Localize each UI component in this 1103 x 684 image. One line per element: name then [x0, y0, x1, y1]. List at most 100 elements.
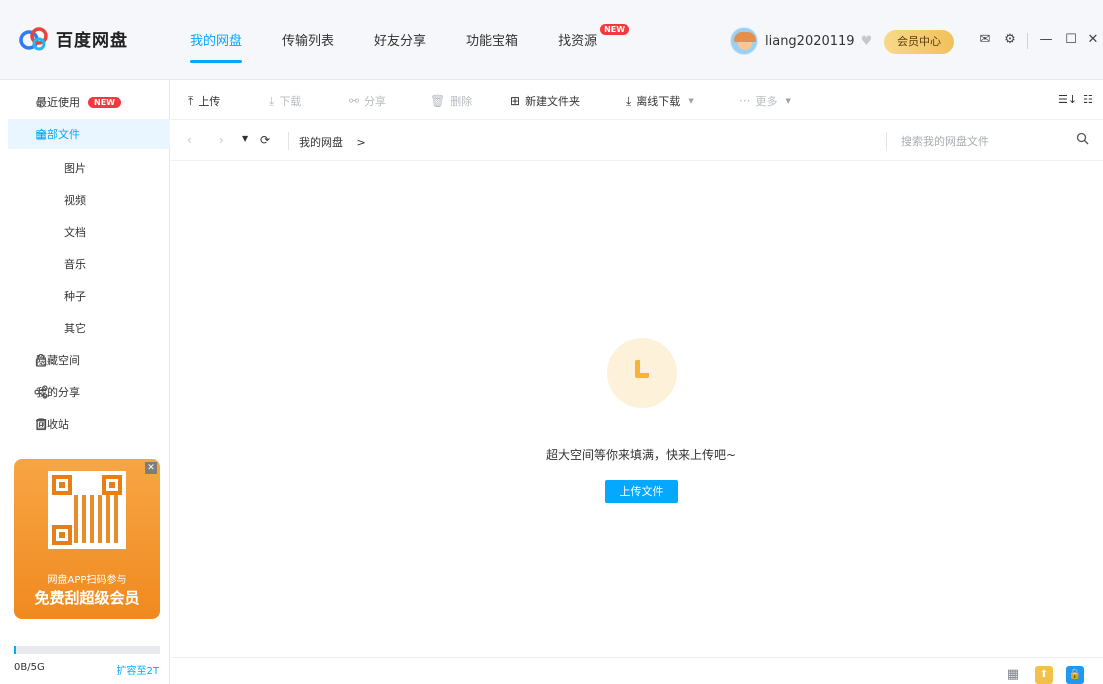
- empty-state-message: 超大空间等你来填满，快来上传吧~: [545, 448, 737, 462]
- search-input[interactable]: [901, 131, 1071, 151]
- nav-transfer-list[interactable]: 传输列表: [282, 30, 334, 64]
- new-folder-icon: ⊞: [510, 94, 521, 108]
- empty-state-mark: [635, 360, 649, 378]
- promo-text: 网盘APP扫码参与: [47, 575, 127, 586]
- divider: [288, 132, 289, 150]
- new-folder-label: 新建文件夹: [525, 95, 581, 108]
- download-label: 下载: [279, 95, 302, 108]
- share-icon: ⚯: [349, 94, 360, 108]
- more-button[interactable]: ··· 更多 ▼: [739, 93, 791, 109]
- upload-icon: ⤒: [188, 93, 194, 108]
- more-icon: ···: [739, 94, 751, 108]
- divider: [171, 657, 1103, 658]
- baidu-cloud-logo-icon: [18, 26, 50, 51]
- new-badge: NEW: [88, 96, 121, 108]
- sidebar-item-music[interactable]: 音乐: [8, 249, 170, 279]
- promo-banner[interactable]: ✕ 网盘APP扫码参与 免费刮超级会员: [14, 459, 160, 619]
- download-icon: ⤓: [626, 93, 632, 108]
- refresh-icon[interactable]: ⟳: [260, 133, 270, 147]
- nav-friend-share[interactable]: 好友分享: [374, 30, 426, 64]
- chevron-down-icon: ▼: [688, 97, 694, 105]
- upload-file-button[interactable]: 上传文件: [605, 480, 678, 503]
- grid-view-icon[interactable]: ▦: [1004, 666, 1022, 684]
- storage-quota-fill: [14, 646, 16, 654]
- sidebar-item-other[interactable]: 其它: [8, 313, 170, 343]
- sidebar-item-my-shares[interactable]: 我的分享: [8, 377, 170, 407]
- sidebar-item-hidden-space[interactable]: 隐藏空间: [8, 345, 170, 375]
- chevron-down-icon: ▼: [785, 97, 791, 105]
- mail-icon[interactable]: ✉: [977, 32, 993, 48]
- sidebar-item-videos[interactable]: 视频: [8, 185, 170, 215]
- offline-download-label: 离线下载: [636, 95, 681, 108]
- gear-icon[interactable]: ⚙: [1002, 32, 1018, 48]
- qr-finder: [52, 475, 72, 495]
- close-icon[interactable]: ✕: [145, 462, 157, 474]
- app-logo[interactable]: 百度网盘: [18, 26, 128, 51]
- nav-toolbox[interactable]: 功能宝箱: [466, 30, 518, 64]
- new-badge: NEW: [600, 24, 630, 35]
- clock-icon: ◷: [35, 95, 47, 109]
- delete-button[interactable]: 🗑 删除: [430, 93, 472, 109]
- qr-code: [48, 471, 126, 549]
- maximize-icon[interactable]: ☐: [1063, 32, 1079, 48]
- main-nav: 我的网盘 传输列表 好友分享 功能宝箱 找资源 NEW: [190, 24, 637, 64]
- sidebar: ◷ 最近使用 NEW ▤ 全部文件 图片 视频 文档 音乐 种子 其它 隐藏空间…: [0, 80, 170, 684]
- delete-label: 删除: [450, 95, 473, 108]
- sidebar-item-recent[interactable]: ◷ 最近使用 NEW: [8, 87, 170, 117]
- sidebar-item-label: 视频: [64, 194, 86, 207]
- path-bar: ‹ › ▼ ⟳ 我的网盘 >: [171, 121, 1103, 161]
- sidebar-item-recycle-bin[interactable]: 回收站: [8, 409, 170, 439]
- qr-finder: [52, 525, 72, 545]
- share-label: 分享: [364, 95, 387, 108]
- download-icon: ⤓: [269, 93, 275, 108]
- nav-my-disk[interactable]: 我的网盘: [190, 30, 243, 64]
- vip-heart-icon: ♥: [860, 33, 873, 49]
- back-icon[interactable]: ‹: [187, 133, 192, 147]
- download-button[interactable]: ⤓ 下载: [269, 93, 301, 109]
- sidebar-item-torrents[interactable]: 种子: [8, 281, 170, 311]
- sidebar-item-documents[interactable]: 文档: [8, 217, 170, 247]
- history-dropdown-icon[interactable]: ▼: [242, 134, 248, 143]
- storage-used-text: 0B/5G: [14, 662, 45, 673]
- share-button[interactable]: ⚯ 分享: [349, 93, 386, 109]
- sidebar-item-label: 音乐: [64, 258, 86, 271]
- trash-icon: 🗑: [430, 94, 446, 108]
- upload-folder-icon[interactable]: ⬆: [1035, 666, 1053, 684]
- sidebar-item-label: 文档: [64, 226, 86, 239]
- breadcrumb-separator: >: [356, 136, 366, 149]
- toolbar: ⤒ 上传 ⤓ 下载 ⚯ 分享 🗑 删除 ⊞ 新建文件夹 ⤓ 离线下载 ▼ ···…: [171, 80, 1103, 120]
- upload-label: 上传: [198, 95, 221, 108]
- lock-icon[interactable]: 🔒: [1066, 666, 1084, 684]
- list-view-icon[interactable]: ☷: [1083, 93, 1093, 106]
- lock-icon: [34, 353, 48, 367]
- storage-quota-bar: [14, 646, 160, 654]
- trash-icon: [34, 417, 48, 431]
- expand-storage-link[interactable]: 扩容至2T: [117, 662, 159, 677]
- search-icon[interactable]: [1076, 132, 1089, 149]
- breadcrumb: 我的网盘 >: [299, 134, 366, 150]
- username: liang2020119: [765, 33, 855, 49]
- sidebar-item-images[interactable]: 图片: [8, 153, 170, 183]
- nav-find-resources[interactable]: 找资源 NEW: [558, 24, 630, 64]
- app-name: 百度网盘: [56, 31, 128, 51]
- share-icon: [34, 385, 48, 399]
- vip-center-button[interactable]: 会员中心: [884, 30, 954, 54]
- more-label: 更多: [755, 95, 778, 108]
- qr-pattern: [74, 495, 122, 543]
- new-folder-button[interactable]: ⊞ 新建文件夹: [510, 93, 580, 109]
- document-icon: ▤: [35, 127, 47, 141]
- sidebar-item-label: 图片: [64, 162, 86, 175]
- upload-button[interactable]: ⤒ 上传: [188, 93, 220, 109]
- user-info[interactable]: liang2020119 ♥: [730, 27, 872, 55]
- promo-title: 免费刮超级会员: [34, 589, 140, 607]
- nav-find-resources-label: 找资源: [558, 34, 598, 49]
- breadcrumb-my-disk[interactable]: 我的网盘: [299, 136, 343, 149]
- minimize-icon[interactable]: —: [1038, 32, 1054, 48]
- sidebar-item-all-files[interactable]: ▤ 全部文件: [8, 119, 170, 149]
- avatar[interactable]: [730, 27, 758, 55]
- qr-finder: [102, 475, 122, 495]
- sort-icon[interactable]: ☰↓: [1058, 93, 1077, 106]
- forward-icon[interactable]: ›: [219, 133, 224, 147]
- offline-download-button[interactable]: ⤓ 离线下载 ▼: [626, 93, 694, 109]
- close-icon[interactable]: ✕: [1085, 32, 1101, 48]
